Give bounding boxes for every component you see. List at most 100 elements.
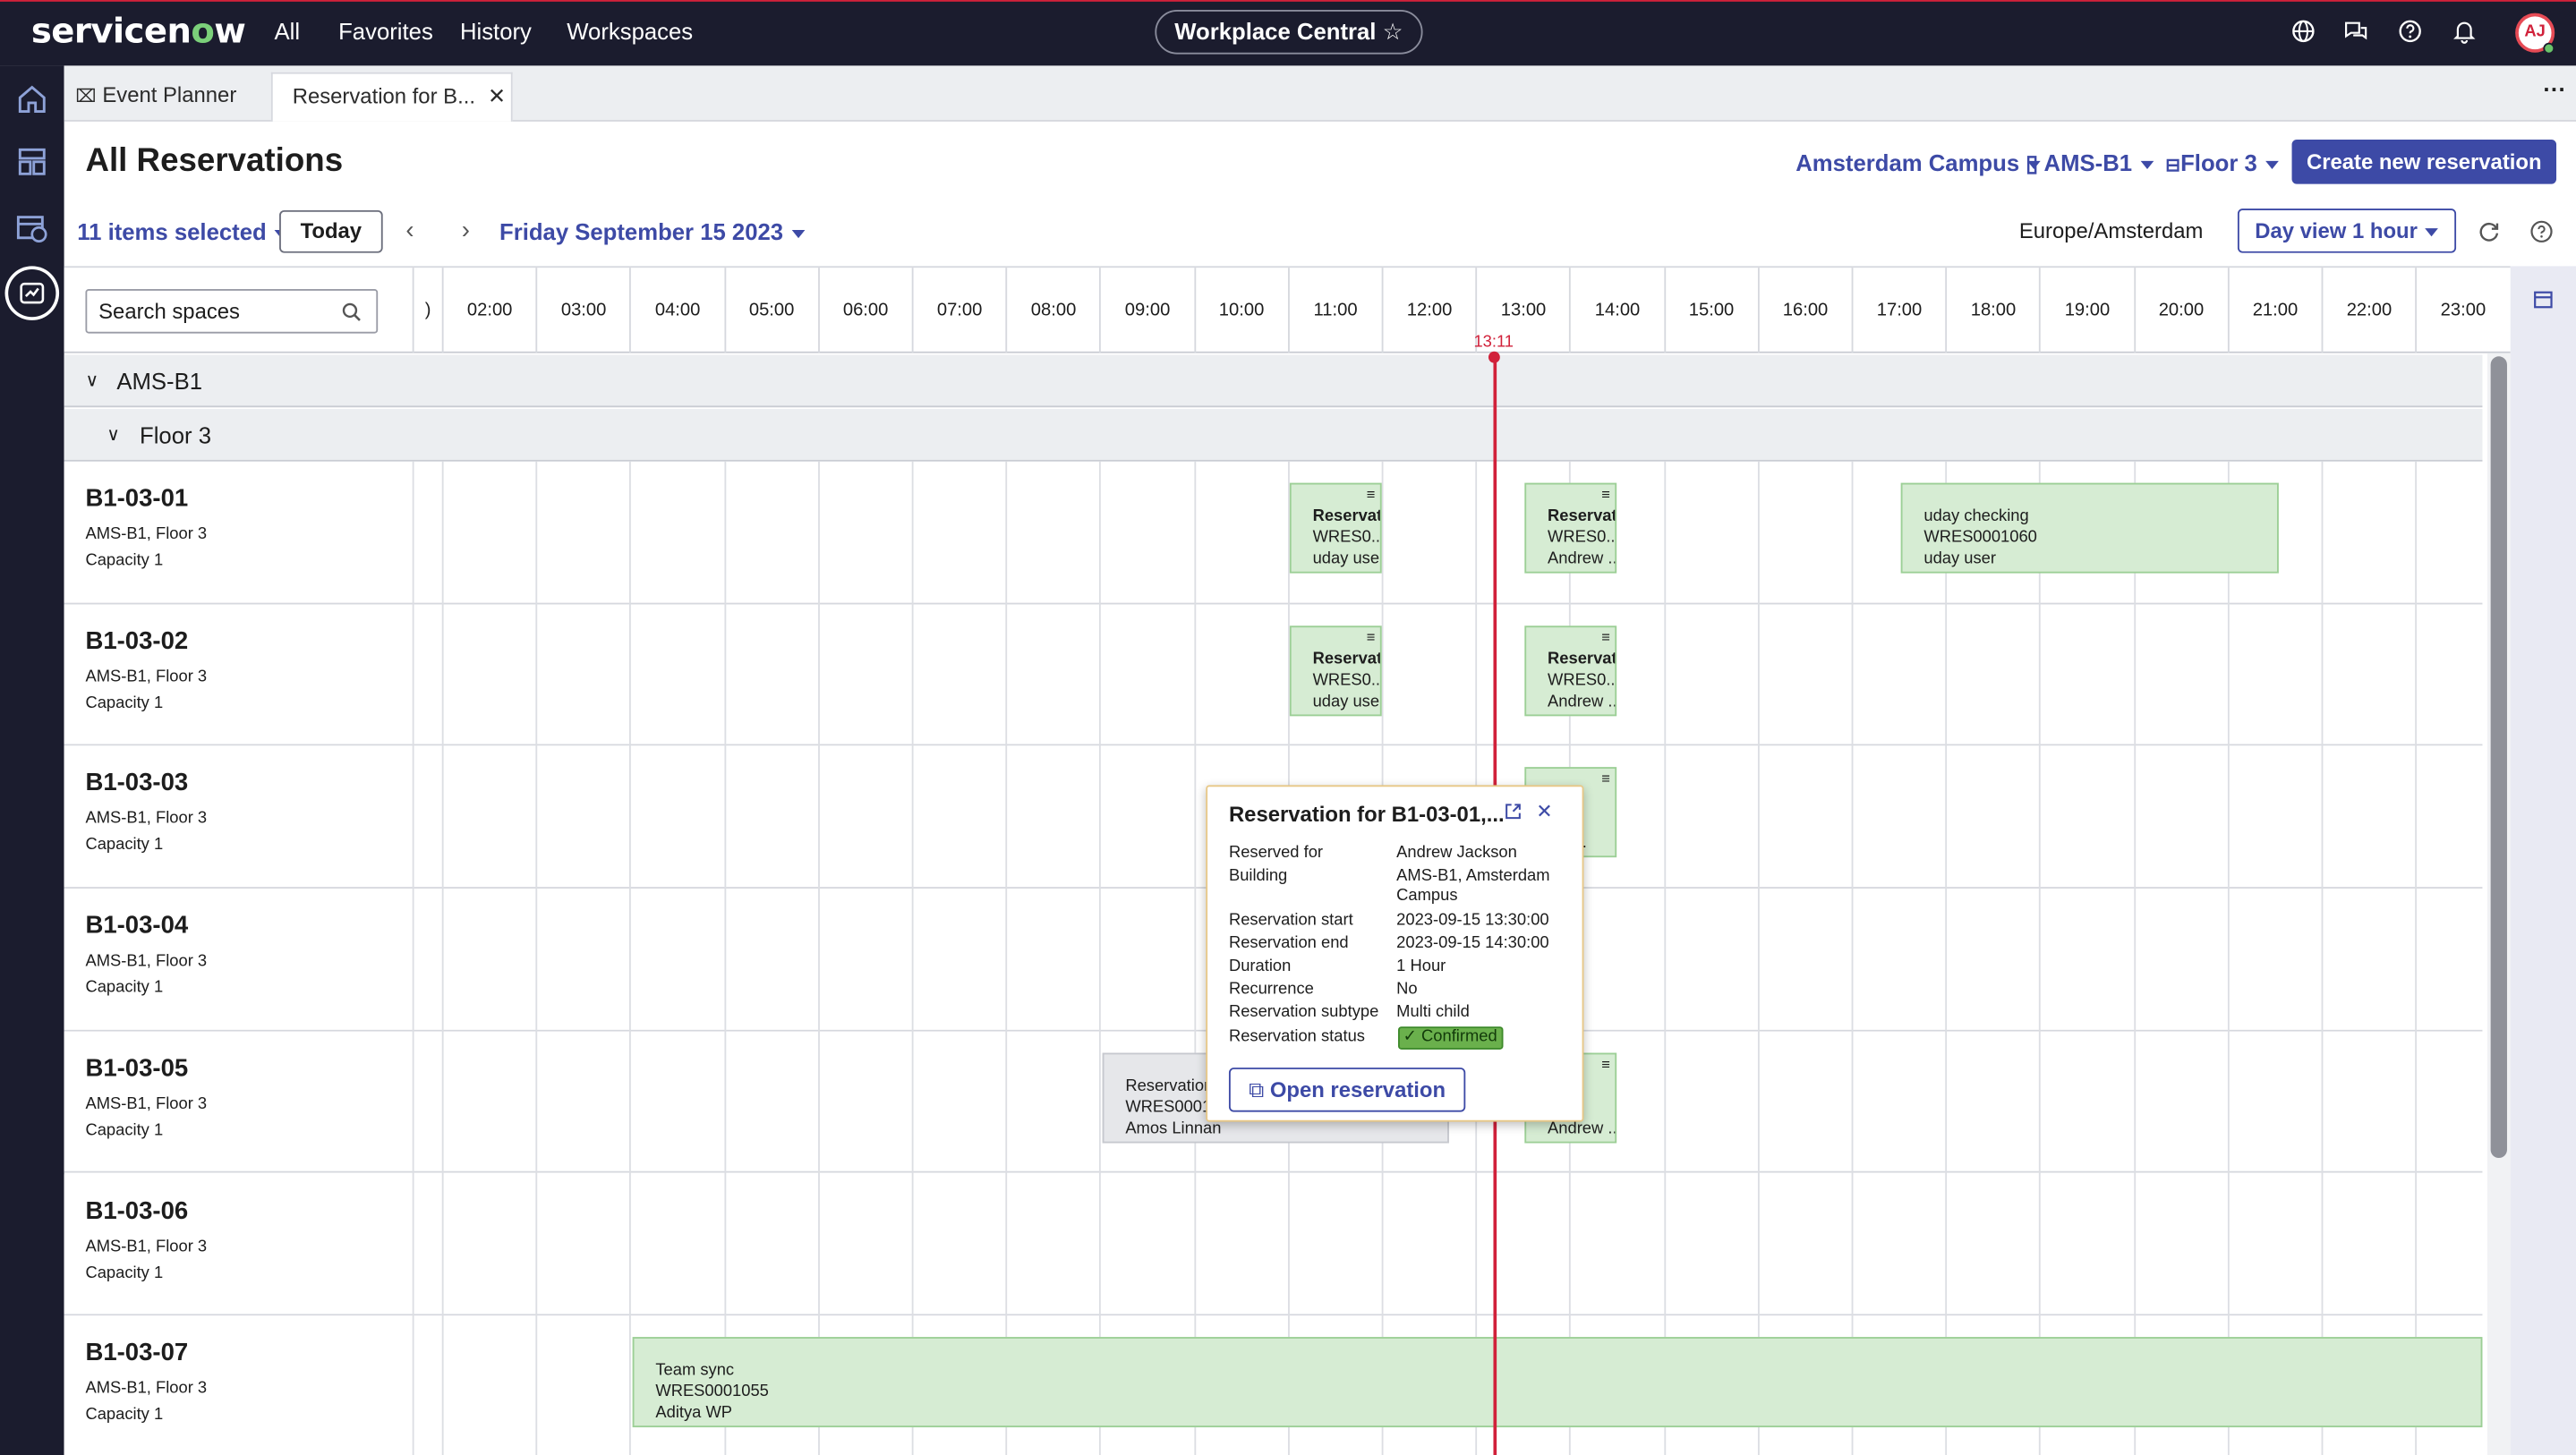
hour-header-cell: 07:00: [911, 268, 1006, 353]
search-input[interactable]: Search spaces: [85, 289, 379, 334]
label-reservation-end: Reservation end: [1228, 934, 1349, 953]
tab-reservation[interactable]: Reservation for B... ✕: [270, 72, 513, 122]
hour-header-cell: 04:00: [629, 268, 724, 353]
value-reservation-end: 2023-09-15 14:30:00: [1396, 934, 1549, 953]
label-building: Building: [1228, 867, 1288, 886]
help-icon[interactable]: [2530, 220, 2554, 243]
building-selector[interactable]: ▯ AMS-B1: [2026, 149, 2154, 177]
close-tab-icon[interactable]: ✕: [488, 84, 506, 109]
campus-selector[interactable]: Amsterdam Campus: [1796, 149, 2041, 175]
drag-handle-icon[interactable]: ≡: [1601, 771, 1610, 787]
value-reservation-start: 2023-09-15 13:30:00: [1396, 911, 1549, 930]
space-name[interactable]: B1-03-05: [85, 1054, 188, 1082]
help-icon[interactable]: [2397, 18, 2423, 44]
globe-icon[interactable]: [2290, 18, 2316, 44]
hour-header-cell: 09:00: [1099, 268, 1194, 353]
reservation-event[interactable]: ≡Reservat...WRES0...uday user: [1289, 625, 1382, 717]
chevron-down-icon[interactable]: ∨: [107, 424, 120, 445]
servicenow-logo[interactable]: servicenow: [31, 12, 246, 51]
space-name[interactable]: B1-03-06: [85, 1196, 188, 1224]
drag-handle-icon[interactable]: ≡: [1601, 1057, 1610, 1073]
workspace-switcher[interactable]: Workplace Central ☆: [1155, 10, 1423, 55]
hour-gridline: [1757, 461, 1760, 1455]
space-location: AMS-B1, Floor 3: [85, 1238, 208, 1256]
drag-handle-icon[interactable]: ≡: [1367, 487, 1376, 503]
refresh-icon[interactable]: [2478, 220, 2501, 243]
view-selector[interactable]: Day view 1 hour: [2237, 208, 2457, 253]
scrollbar-thumb[interactable]: [2490, 356, 2507, 1159]
space-name[interactable]: B1-03-04: [85, 912, 188, 940]
hour-gridline: [1945, 461, 1948, 1455]
search-icon[interactable]: [342, 302, 362, 322]
items-selected-dropdown[interactable]: 11 items selected: [77, 218, 288, 244]
value-recurrence: No: [1396, 980, 1418, 999]
hour-gridline: [412, 461, 414, 1455]
hour-header-cell: 10:00: [1193, 268, 1288, 353]
drag-handle-icon[interactable]: ≡: [1367, 630, 1376, 646]
nav-all[interactable]: All: [275, 18, 301, 44]
nav-history[interactable]: History: [460, 18, 532, 44]
right-side-panel: [2510, 266, 2576, 1455]
event-planner-tab-icon: ⌧: [75, 87, 97, 107]
top-navigation-bar: servicenow All Favorites History Workspa…: [0, 0, 2576, 66]
tab-label: Reservation for B...: [292, 83, 475, 109]
space-capacity: Capacity 1: [85, 1264, 164, 1282]
hour-header-cell: 11:00: [1287, 268, 1382, 353]
space-capacity: Capacity 1: [85, 693, 164, 713]
calendar-clock-icon[interactable]: [15, 210, 50, 245]
space-capacity: Capacity 1: [85, 1406, 164, 1425]
chevron-down-icon[interactable]: ∨: [85, 370, 98, 391]
hour-header-cell: 06:00: [817, 268, 912, 353]
dashboard-icon[interactable]: [15, 145, 50, 180]
space-row[interactable]: B1-03-06 AMS-B1, Floor 3 Capacity 1: [64, 1173, 2483, 1316]
chevron-down-icon: [2265, 160, 2279, 169]
hour-gridline: [535, 461, 538, 1455]
hour-header-cell: 05:00: [723, 268, 818, 353]
drag-handle-icon[interactable]: ≡: [1601, 630, 1610, 646]
building-group-row[interactable]: ∨ AMS-B1: [64, 354, 2483, 408]
space-capacity: Capacity 1: [85, 551, 164, 570]
reservation-event[interactable]: uday checking WRES0001060 uday user: [1900, 482, 2279, 574]
vertical-scrollbar[interactable]: [2486, 353, 2511, 1455]
space-location: AMS-B1, Floor 3: [85, 668, 208, 686]
workspace-name: Workplace Central: [1174, 18, 1377, 45]
tab-event-planner[interactable]: ⌧ Event Planner: [75, 72, 269, 122]
home-icon[interactable]: [15, 82, 50, 117]
nav-favorites[interactable]: Favorites: [338, 18, 433, 44]
space-name[interactable]: B1-03-01: [85, 484, 188, 512]
calendar-icon[interactable]: [2533, 289, 2553, 309]
reservation-event[interactable]: ≡Reservat...WRES0...Andrew ...: [1524, 625, 1617, 717]
value-building: AMS-B1, Amsterdam Campus: [1396, 867, 1550, 906]
chevron-down-icon: [2426, 228, 2439, 237]
accent-line: [0, 0, 2576, 2]
space-name[interactable]: B1-03-02: [85, 627, 188, 655]
star-icon[interactable]: ☆: [1383, 18, 1403, 44]
create-reservation-button[interactable]: Create new reservation: [2291, 140, 2557, 184]
close-icon[interactable]: ✕: [1536, 800, 1552, 823]
more-options-icon[interactable]: ···: [2543, 75, 2566, 101]
today-button[interactable]: Today: [279, 209, 383, 253]
reservation-event[interactable]: ≡Reservat...WRES0...uday user: [1289, 482, 1382, 574]
drag-handle-icon[interactable]: ≡: [1601, 487, 1610, 503]
bell-icon[interactable]: [2452, 18, 2478, 44]
chat-icon[interactable]: [2342, 18, 2368, 44]
reservation-event[interactable]: Team sync WRES0001055 Aditya WP: [632, 1337, 2483, 1428]
space-row[interactable]: B1-03-02 AMS-B1, Floor 3 Capacity 1: [64, 603, 2483, 747]
space-name[interactable]: B1-03-03: [85, 770, 188, 797]
space-name[interactable]: B1-03-07: [85, 1339, 188, 1366]
open-reservation-button[interactable]: ⧉ Open reservation: [1228, 1068, 1466, 1112]
nav-workspaces[interactable]: Workspaces: [567, 18, 693, 44]
floor-group-row[interactable]: ∨ Floor 3: [64, 409, 2483, 462]
next-day-icon[interactable]: ›: [462, 217, 470, 244]
previous-day-icon[interactable]: ‹: [405, 217, 414, 244]
building-icon: ▯: [2026, 149, 2039, 176]
date-picker[interactable]: Friday September 15 2023: [499, 218, 805, 244]
open-in-new-icon[interactable]: [1505, 804, 1521, 820]
hour-gridline: [1005, 461, 1008, 1455]
reservation-event[interactable]: ≡Reservat...WRES0...Andrew ...: [1524, 482, 1617, 574]
hour-gridline: [911, 461, 914, 1455]
event-planner-nav[interactable]: [8, 269, 56, 318]
floor-selector[interactable]: ⊟Floor 3: [2165, 149, 2279, 175]
space-capacity: Capacity 1: [85, 836, 164, 855]
space-location: AMS-B1, Floor 3: [85, 952, 208, 971]
